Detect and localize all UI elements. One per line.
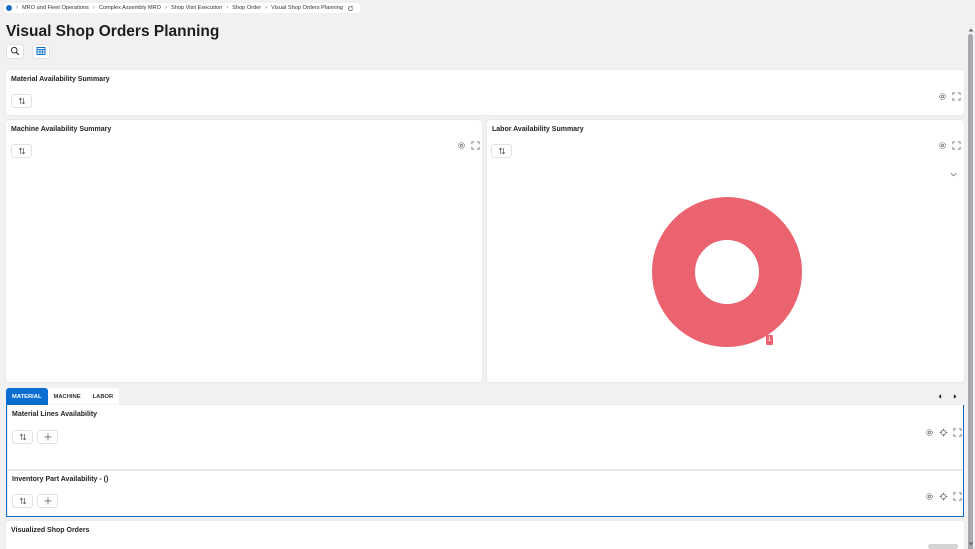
scroll-thumb[interactable] [968,34,973,549]
breadcrumb-current: Visual Shop Orders Planning [271,5,343,11]
drag-button[interactable] [37,494,58,508]
expand-icon[interactable] [952,92,961,101]
expand-icon[interactable] [953,428,962,437]
sort-button[interactable] [12,430,33,444]
card-title: Labor Availability Summary [492,126,584,133]
refresh-icon[interactable] [347,5,354,12]
settings-icon[interactable] [938,92,947,101]
material-lines-card: Material Lines Availability [8,405,963,469]
visualized-shop-orders-card: Visualized Shop Orders [6,521,964,549]
scroll-up-icon[interactable] [968,27,974,33]
inventory-part-card: Inventory Part Availability - () [8,471,963,516]
donut-chart [652,197,802,347]
tab-scroll-right-icon[interactable] [951,392,959,401]
table-icon [36,43,46,61]
card-title: Material Availability Summary [11,76,110,83]
sort-button[interactable] [12,494,33,508]
tab-scroll-left-icon[interactable] [936,392,944,401]
drag-button[interactable] [37,430,58,444]
tab-labor[interactable]: LABOR [87,388,120,405]
breadcrumb-item[interactable]: Shop Visit Execution [171,5,222,11]
expand-icon[interactable] [952,141,961,150]
chevron-down-icon[interactable] [949,170,958,179]
table-view-button[interactable] [32,44,50,59]
card-title: Machine Availability Summary [11,126,112,133]
sort-icon [498,142,506,160]
move-icon [44,492,52,510]
donut-slice[interactable] [652,197,802,347]
machine-availability-card: Machine Availability Summary [6,120,482,382]
tab-panel: Material Lines Availability Inventory Pa… [6,405,964,517]
sort-icon [18,92,26,110]
tab-material[interactable]: MATERIAL [6,388,48,405]
sort-icon [19,428,27,446]
sort-button[interactable] [11,94,32,108]
sort-icon [18,142,26,160]
expand-icon[interactable] [471,141,480,150]
expand-icon[interactable] [953,492,962,501]
crosshair-icon[interactable] [939,492,948,501]
breadcrumb: › MRO and Fleet Operations › Complex Ass… [4,3,360,13]
tab-bar: MATERIAL MACHINE LABOR [6,388,120,405]
sort-icon [19,492,27,510]
settings-icon[interactable] [925,492,934,501]
sort-button[interactable] [11,144,32,158]
breadcrumb-item[interactable]: Complex Assembly MRO [99,5,161,11]
breadcrumb-item[interactable]: Shop Order [232,5,261,11]
legend-marker[interactable]: 1 [766,335,773,345]
sort-button[interactable] [491,144,512,158]
home-icon[interactable] [6,5,12,11]
move-icon [44,428,52,446]
labor-availability-card: Labor Availability Summary 1 [487,120,964,382]
search-button[interactable] [6,44,24,59]
crosshair-icon[interactable] [939,428,948,437]
settings-icon[interactable] [925,428,934,437]
breadcrumb-item[interactable]: MRO and Fleet Operations [22,5,89,11]
card-title: Material Lines Availability [12,411,98,418]
horizontal-scroll-thumb[interactable] [928,544,958,549]
search-icon [10,43,20,61]
vertical-scrollbar[interactable] [967,24,975,549]
page-title: Visual Shop Orders Planning [6,23,220,40]
card-title: Visualized Shop Orders [11,527,90,534]
scroll-down-icon[interactable] [968,541,974,547]
card-title: Inventory Part Availability - () [12,476,109,483]
settings-icon[interactable] [938,141,947,150]
material-availability-card: Material Availability Summary [6,70,964,115]
settings-icon[interactable] [457,141,466,150]
tab-machine[interactable]: MACHINE [48,388,87,405]
